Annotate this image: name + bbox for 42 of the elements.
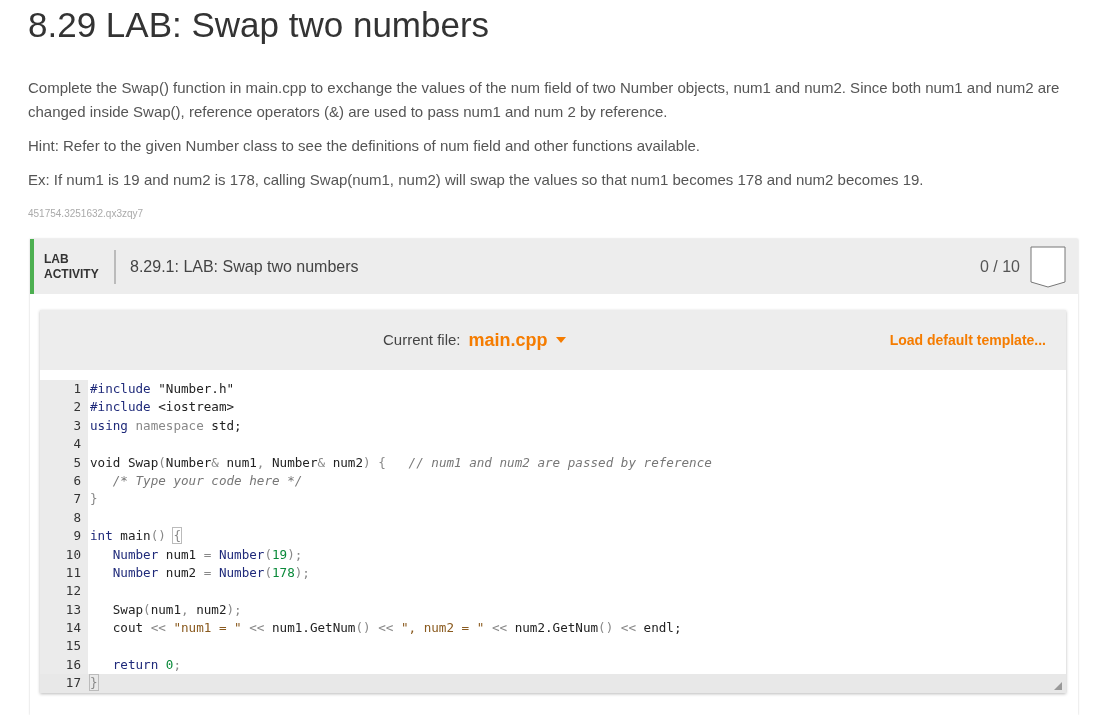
line-number: 1 [72,380,82,398]
line-number: 4 [72,435,82,454]
file-dropdown[interactable]: main.cpp [460,326,566,354]
code-line: return 0; [111,655,182,674]
line-number: 12 [64,582,82,601]
load-template-button[interactable]: Load default template... [889,329,1046,351]
code-line: Number num1 = Number(19); [111,545,304,564]
instruction-paragraph: Ex: If num1 is 19 and num2 is 178, calling Swap(num1, num2) will swap the values so that num1 becomes 178 and num2 becomes 19. [28,170,925,190]
code-line: #include <iostream> [89,398,236,417]
line-number: 8 [72,508,82,527]
code-line: Number num2 = Number(178); [111,563,311,582]
line-number: 7 [72,490,82,509]
line-number: 16 [64,655,82,674]
code-line: Swap(num1, num2); [111,600,243,619]
line-number: 2 [72,398,82,417]
instruction-paragraph: Complete the Swap() function in main.cpp to exchange the values of the num field of two Number objects, num1 and num2. Since both num1 and num2 are changed inside Swap(), reference operators (&) are used to pass num1 and num 2 by reference. [28,78,1061,122]
activity-title: 8.29.1: LAB: Swap two numbers [130,256,359,277]
score-text: 0 / 10 [979,256,1020,277]
line-number: 6 [72,471,82,490]
line-number: 13 [64,600,82,619]
resize-grip-icon[interactable] [1054,681,1062,690]
code-line: } [89,490,99,509]
code-line: int main() { [89,527,183,546]
current-file-label: Current file: [383,329,461,350]
code-line: void Swap(Number& num1, Number& num2) { // num1 and num2 are passed by reference [89,453,713,472]
score-badge-icon [1030,245,1066,288]
line-number: 15 [64,637,82,656]
line-number: 5 [72,453,82,472]
code-line: using namespace std; [89,416,243,435]
line-number: 11 [64,563,82,582]
code-line: /* Type your code here */ [111,471,304,490]
code-line: #include "Number.h" [89,380,236,398]
activity-type-label: LAB ACTIVITY [44,251,100,282]
content-id: 451754.3251632.qx3zqy7 [28,207,145,221]
line-number: 9 [72,527,82,546]
caret-icon [555,337,566,343]
code-line: cout << "num1 = " << num1.GetNum() << ", num2 = " << num2.GetNum() << endl; [111,619,683,638]
instruction-paragraph: Hint: Refer to the given Number class to see the definitions of num field and other functions available. [28,136,702,156]
line-number: 10 [64,545,82,564]
line-number: 3 [72,416,82,435]
page-title: 8.29 LAB: Swap two numbers [28,4,491,46]
line-number: 14 [64,619,82,638]
